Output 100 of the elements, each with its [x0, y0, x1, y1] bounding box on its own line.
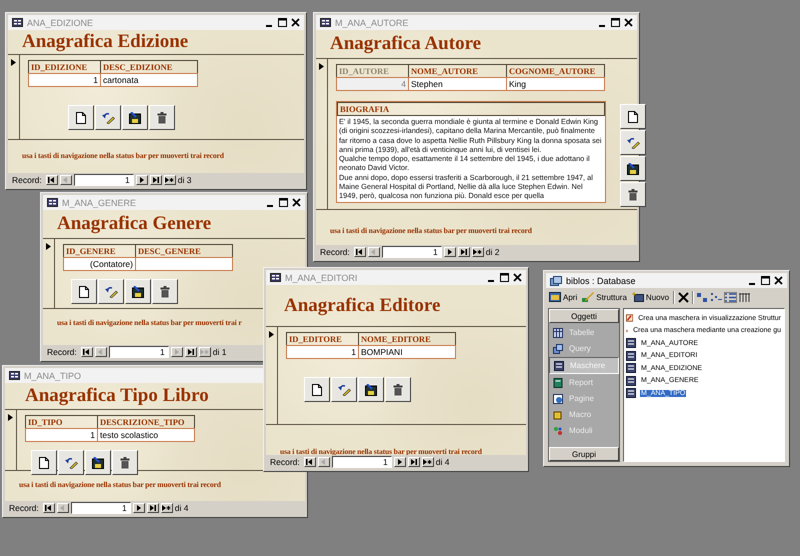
- form-icon: [626, 388, 636, 398]
- toolbar-button[interactable]: Apri: [548, 292, 578, 302]
- table-cell[interactable]: testo scolastico: [97, 428, 195, 442]
- save-button[interactable]: [358, 377, 384, 402]
- last-record-button[interactable]: [408, 457, 420, 467]
- maximize-icon[interactable]: [500, 273, 509, 282]
- last-record-button[interactable]: [458, 247, 470, 257]
- record-selector[interactable]: [8, 55, 20, 139]
- group-button[interactable]: Oggetti: [549, 309, 619, 323]
- table-cell[interactable]: (Contatore): [63, 257, 136, 271]
- next-icon: [396, 459, 404, 465]
- undo-button[interactable]: [620, 130, 646, 155]
- undo-button[interactable]: [58, 450, 84, 475]
- new-button[interactable]: [71, 279, 97, 304]
- delete-button[interactable]: [152, 279, 178, 304]
- close-icon[interactable]: [291, 18, 300, 27]
- close-icon[interactable]: [624, 18, 633, 27]
- undo-button[interactable]: [95, 105, 121, 130]
- new-button[interactable]: [68, 105, 94, 130]
- delete-button[interactable]: [620, 182, 646, 207]
- record-label: Record:: [320, 247, 350, 257]
- first-record-button[interactable]: [46, 175, 58, 185]
- first-record-button[interactable]: [42, 503, 55, 513]
- table-cell[interactable]: Stephen: [408, 77, 507, 91]
- table-cell[interactable]: [135, 257, 233, 271]
- next-record-button[interactable]: [136, 175, 148, 185]
- record-count: di 3: [178, 175, 192, 185]
- record-count: di 2: [486, 247, 500, 257]
- first-record-button[interactable]: [80, 347, 93, 357]
- record-selector[interactable]: [266, 327, 278, 424]
- undo-button[interactable]: [331, 377, 357, 402]
- large-icons-icon[interactable]: [697, 292, 708, 302]
- table-cell[interactable]: BOMPIANI: [358, 345, 456, 359]
- maximize-icon[interactable]: [278, 18, 287, 27]
- maximize-icon[interactable]: [279, 198, 288, 207]
- save-button[interactable]: [620, 156, 646, 181]
- close-icon[interactable]: [774, 276, 783, 285]
- window-title: ANA_EDIZIONE: [27, 18, 94, 28]
- page-icon: [312, 384, 322, 396]
- table-cell[interactable]: 1: [25, 428, 98, 442]
- first-record-icon: [48, 177, 56, 183]
- new-record-button[interactable]: [422, 457, 434, 467]
- record-number-field[interactable]: 1: [332, 456, 392, 468]
- delete-button[interactable]: [149, 105, 175, 130]
- form-icon: [626, 363, 636, 374]
- undo-pencil-icon: [626, 136, 640, 148]
- details-icon[interactable]: [739, 292, 750, 302]
- delete-button[interactable]: [385, 377, 411, 402]
- table-cell[interactable]: King: [506, 77, 605, 91]
- close-icon[interactable]: [292, 198, 301, 207]
- record-selector[interactable]: [5, 410, 17, 470]
- toolbar-button[interactable]: Nuovo: [630, 292, 670, 302]
- last-record-button[interactable]: [150, 175, 162, 185]
- save-button[interactable]: [125, 279, 151, 304]
- record-selector[interactable]: [316, 59, 328, 209]
- last-record-button[interactable]: [184, 347, 197, 357]
- undo-button[interactable]: [98, 279, 124, 304]
- document-icon: [553, 378, 563, 388]
- list-icon[interactable]: [725, 292, 736, 302]
- maximize-icon[interactable]: [761, 276, 770, 285]
- next-record-button[interactable]: [394, 457, 406, 467]
- new-button[interactable]: [620, 104, 646, 129]
- save-button[interactable]: [122, 105, 148, 130]
- trash-icon: [160, 286, 170, 298]
- small-icons-icon[interactable]: [711, 292, 722, 302]
- new-record-button[interactable]: [160, 503, 173, 513]
- form-icon: [9, 371, 20, 380]
- previous-icon: [59, 505, 66, 511]
- close-icon[interactable]: [513, 273, 522, 282]
- first-record-button[interactable]: [304, 457, 316, 467]
- last-record-button[interactable]: [146, 503, 159, 513]
- record-number-field[interactable]: 1: [70, 502, 131, 514]
- maximize-icon[interactable]: [611, 18, 620, 27]
- new-record-button[interactable]: [472, 247, 484, 257]
- new-record-button[interactable]: [164, 175, 176, 185]
- delete-button[interactable]: [112, 450, 138, 475]
- save-button[interactable]: [85, 450, 111, 475]
- record-selector[interactable]: [43, 239, 55, 308]
- record-number-field[interactable]: 1: [382, 246, 442, 258]
- next-record-button[interactable]: [132, 503, 145, 513]
- next-record-button[interactable]: [444, 247, 456, 257]
- table-cell[interactable]: 4: [336, 77, 409, 91]
- next-icon: [135, 505, 142, 511]
- new-record-button[interactable]: [198, 347, 211, 357]
- new-button[interactable]: [304, 377, 330, 402]
- group-button[interactable]: Gruppi: [549, 447, 619, 461]
- current-record-icon: [319, 63, 324, 70]
- toolbar-button[interactable]: Struttura: [581, 292, 628, 302]
- table-cell[interactable]: 1: [28, 73, 101, 87]
- undo-pencil-icon: [338, 384, 350, 396]
- first-record-button[interactable]: [354, 247, 366, 257]
- record-number-field[interactable]: 1: [108, 346, 169, 358]
- new-button[interactable]: [31, 450, 57, 475]
- table-cell[interactable]: cartonata: [100, 73, 198, 87]
- table-cell[interactable]: 1: [286, 345, 359, 359]
- previous-icon: [320, 459, 328, 465]
- record-number-field[interactable]: 1: [74, 174, 134, 186]
- delete-icon[interactable]: [678, 292, 690, 302]
- form-heading: Anagrafica Edizione: [22, 31, 188, 53]
- window-title: M_ANA_AUTORE: [335, 18, 410, 28]
